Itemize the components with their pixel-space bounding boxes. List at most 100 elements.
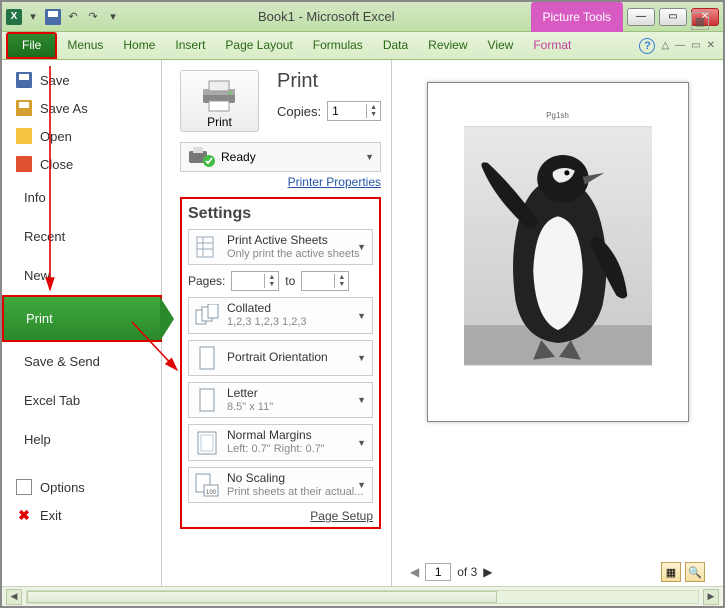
copies-label: Copies: bbox=[277, 104, 321, 119]
redo-icon[interactable]: ↷ bbox=[84, 8, 102, 26]
pages-from-input[interactable] bbox=[232, 272, 264, 290]
page-number-input[interactable] bbox=[425, 563, 451, 581]
qat-more-icon[interactable]: ▾ bbox=[104, 8, 122, 26]
sidebar-info[interactable]: Info bbox=[2, 178, 161, 217]
page-total-label: of 3 bbox=[457, 565, 477, 579]
sidebar-close[interactable]: Close bbox=[2, 150, 161, 178]
sidebar-options[interactable]: Options bbox=[2, 473, 161, 501]
paper-size-dropdown[interactable]: Letter8.5" x 11" ▼ bbox=[188, 382, 373, 418]
spin-down-icon[interactable]: ▼ bbox=[335, 281, 348, 288]
scroll-thumb[interactable] bbox=[27, 591, 497, 603]
print-button[interactable]: Print bbox=[180, 70, 259, 132]
prev-page-button[interactable]: ◀ bbox=[410, 565, 419, 579]
scroll-right-icon[interactable]: ▶ bbox=[703, 589, 719, 605]
sidebar-exit[interactable]: ✖Exit bbox=[2, 501, 161, 529]
pages-range-row: Pages: ▲▼ to ▲▼ bbox=[188, 271, 373, 291]
save-icon[interactable] bbox=[44, 8, 62, 26]
settings-heading: Settings bbox=[188, 205, 373, 223]
scroll-track[interactable] bbox=[26, 590, 699, 604]
spin-down-icon[interactable]: ▼ bbox=[367, 111, 380, 118]
sidebar-new[interactable]: New bbox=[2, 256, 161, 295]
scaling-dropdown[interactable]: 100 No ScalingPrint sheets at their actu… bbox=[188, 467, 373, 503]
window-min-icon[interactable]: — bbox=[675, 40, 685, 51]
printer-status-text: Ready bbox=[221, 150, 256, 164]
help-icon[interactable]: ? bbox=[639, 38, 655, 54]
next-page-button[interactable]: ▶ bbox=[483, 565, 492, 579]
ribbon-tab-format[interactable]: Format bbox=[523, 32, 581, 59]
copies-spinner[interactable]: ▲▼ bbox=[327, 101, 381, 121]
undo-icon[interactable]: ↶ bbox=[64, 8, 82, 26]
save-as-icon bbox=[16, 100, 32, 116]
printer-icon bbox=[197, 77, 241, 113]
pages-to-input[interactable] bbox=[302, 272, 334, 290]
show-margins-button[interactable]: ▦ bbox=[691, 12, 709, 30]
sidebar-excel-tab[interactable]: Excel Tab bbox=[2, 381, 161, 420]
qat-dropdown-icon[interactable]: ▾ bbox=[24, 8, 42, 26]
window-restore-icon[interactable]: ▭ bbox=[691, 40, 700, 51]
show-margins-toggle[interactable]: ▦ bbox=[661, 562, 681, 582]
orientation-dropdown[interactable]: Portrait Orientation ▼ bbox=[188, 340, 373, 376]
sidebar-help[interactable]: Help bbox=[2, 420, 161, 459]
spin-up-icon[interactable]: ▲ bbox=[367, 104, 380, 111]
chevron-down-icon: ▼ bbox=[357, 395, 366, 405]
preview-page-label: Pg1sh bbox=[464, 111, 652, 120]
portrait-icon bbox=[195, 345, 219, 371]
zoom-to-page-button[interactable]: 🔍 bbox=[685, 562, 705, 582]
print-settings-panel: Print Print Copies: ▲▼ Ready ▼ Printer P… bbox=[162, 60, 392, 586]
setting-title: No Scaling bbox=[227, 472, 363, 486]
window-close-icon[interactable]: ✕ bbox=[707, 40, 715, 51]
sidebar-save-as[interactable]: Save As bbox=[2, 94, 161, 122]
setting-sub: Print sheets at their actual... bbox=[227, 486, 363, 499]
open-folder-icon bbox=[16, 128, 32, 144]
setting-title: Letter bbox=[227, 387, 273, 401]
collation-dropdown[interactable]: Collated1,2,3 1,2,3 1,2,3 ▼ bbox=[188, 297, 373, 333]
file-tab[interactable]: File bbox=[6, 32, 57, 59]
sidebar-save-send[interactable]: Save & Send bbox=[2, 342, 161, 381]
minimize-button[interactable]: — bbox=[627, 8, 655, 26]
spin-down-icon[interactable]: ▼ bbox=[265, 281, 278, 288]
sidebar-label: Options bbox=[40, 480, 85, 495]
ribbon-tab-home[interactable]: Home bbox=[113, 32, 165, 59]
scroll-left-icon[interactable]: ◀ bbox=[6, 589, 22, 605]
print-button-label: Print bbox=[185, 115, 254, 129]
page-setup-link[interactable]: Page Setup bbox=[188, 509, 373, 523]
ribbon-tab-formulas[interactable]: Formulas bbox=[303, 32, 373, 59]
ribbon-tab-data[interactable]: Data bbox=[373, 32, 418, 59]
print-what-dropdown[interactable]: Print Active SheetsOnly print the active… bbox=[188, 229, 373, 265]
sidebar-save[interactable]: Save bbox=[2, 66, 161, 94]
maximize-button[interactable]: ▭ bbox=[659, 8, 687, 26]
ribbon-tab-insert[interactable]: Insert bbox=[165, 32, 215, 59]
pages-to-spinner[interactable]: ▲▼ bbox=[301, 271, 349, 291]
spin-up-icon[interactable]: ▲ bbox=[335, 274, 348, 281]
collated-icon bbox=[195, 303, 219, 329]
printer-dropdown[interactable]: Ready ▼ bbox=[180, 142, 381, 172]
sidebar-label: Excel Tab bbox=[24, 393, 80, 408]
close-folder-icon bbox=[16, 156, 32, 172]
sidebar-label: Info bbox=[24, 190, 46, 205]
printer-properties-link[interactable]: Printer Properties bbox=[180, 175, 381, 189]
pages-from-spinner[interactable]: ▲▼ bbox=[231, 271, 279, 291]
setting-sub: 8.5" x 11" bbox=[227, 401, 273, 414]
exit-icon: ✖ bbox=[16, 507, 32, 523]
sidebar-recent[interactable]: Recent bbox=[2, 217, 161, 256]
ribbon-minimize-icon[interactable]: △ bbox=[661, 40, 669, 51]
backstage-view: Save Save As Open Close Info Recent New … bbox=[2, 60, 723, 586]
setting-title: Print Active Sheets bbox=[227, 234, 360, 248]
ribbon-tab-view[interactable]: View bbox=[478, 32, 524, 59]
ribbon-tab-menus[interactable]: Menus bbox=[57, 32, 113, 59]
ribbon-tab-review[interactable]: Review bbox=[418, 32, 477, 59]
spin-up-icon[interactable]: ▲ bbox=[265, 274, 278, 281]
picture-tools-tab[interactable]: Picture Tools bbox=[531, 2, 623, 32]
sidebar-label: Open bbox=[40, 129, 72, 144]
sidebar-open[interactable]: Open bbox=[2, 122, 161, 150]
svg-text:100: 100 bbox=[206, 490, 217, 496]
horizontal-scrollbar[interactable]: ◀ ▶ bbox=[2, 586, 723, 606]
excel-icon: X bbox=[6, 9, 22, 25]
sidebar-print[interactable]: Print bbox=[2, 295, 162, 342]
sheets-icon bbox=[195, 234, 219, 260]
copies-input[interactable] bbox=[328, 102, 366, 120]
pages-label: Pages: bbox=[188, 274, 225, 288]
setting-title: Normal Margins bbox=[227, 429, 325, 443]
margins-dropdown[interactable]: Normal MarginsLeft: 0.7" Right: 0.7" ▼ bbox=[188, 424, 373, 460]
ribbon-tab-page-layout[interactable]: Page Layout bbox=[215, 32, 302, 59]
